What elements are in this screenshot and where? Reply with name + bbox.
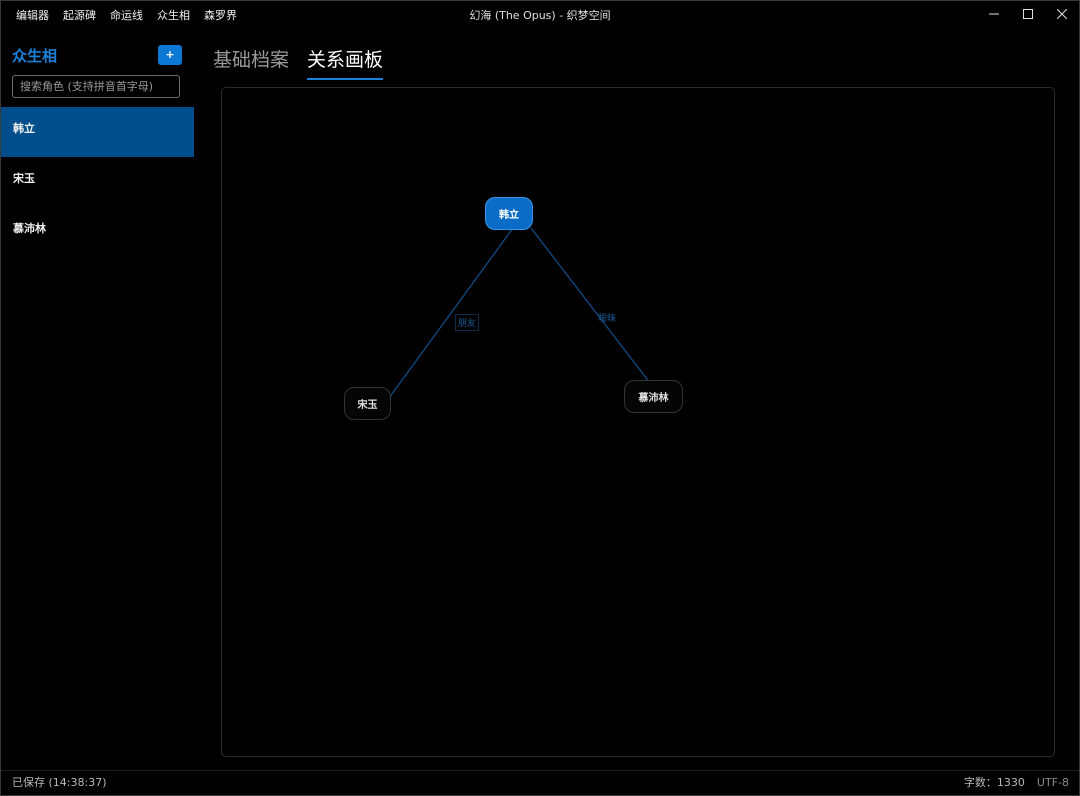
edge-label-ambiguous: 暧昧 [598, 314, 617, 324]
edge-friend [388, 227, 514, 399]
character-list: 韩立 宋玉 慕沛林 [1, 107, 194, 257]
node-hanli[interactable]: 韩立 [485, 197, 533, 230]
node-songyu[interactable]: 宋玉 [344, 387, 391, 420]
sidebar-header: 众生相 + [12, 45, 182, 67]
sidebar: 众生相 + 韩立 宋玉 慕沛林 [1, 37, 194, 770]
maximize-icon [1023, 9, 1033, 19]
maximize-button[interactable] [1011, 1, 1045, 27]
save-status: 已保存 (14:38:37) [12, 776, 107, 789]
add-character-button[interactable]: + [158, 45, 182, 65]
menu-origin-stele[interactable]: 起源碑 [56, 1, 103, 31]
main-tabs: 基础档案 关系画板 [213, 47, 401, 80]
close-icon [1057, 9, 1067, 19]
edge-label-friend: 朋友 [455, 314, 480, 331]
list-item[interactable]: 慕沛林 [1, 207, 194, 257]
list-item[interactable]: 韩立 [1, 107, 194, 157]
list-item[interactable]: 宋玉 [1, 157, 194, 207]
menu-fate-line[interactable]: 命运线 [103, 1, 150, 31]
search-input[interactable] [12, 75, 180, 98]
word-count: 字数：1330 [963, 776, 1025, 789]
menu-world[interactable]: 森罗界 [197, 1, 244, 31]
status-right: 字数：1330 UTF-8 [952, 771, 1069, 795]
sidebar-title: 众生相 [12, 47, 58, 65]
menu-editor[interactable]: 编辑器 [9, 1, 56, 31]
edge-ambiguous [530, 227, 651, 384]
encoding-indicator[interactable]: UTF-8 [1037, 771, 1069, 795]
close-button[interactable] [1045, 1, 1079, 27]
node-mupeilin[interactable]: 慕沛林 [624, 380, 683, 413]
title-bar: 编辑器 起源碑 命运线 众生相 森罗界 幻海 (The Opus) - 织梦空间 [1, 1, 1079, 31]
status-bar: 已保存 (14:38:37) 字数：1330 UTF-8 [1, 770, 1079, 795]
app-window: 编辑器 起源碑 命运线 众生相 森罗界 幻海 (The Opus) - 织梦空间… [0, 0, 1080, 796]
relationship-canvas[interactable]: 朋友 暧昧 韩立 宋玉 慕沛林 [221, 87, 1055, 757]
minimize-button[interactable] [977, 1, 1011, 27]
relationship-edges [388, 227, 651, 399]
menu-characters[interactable]: 众生相 [150, 1, 197, 31]
tab-basic-profile[interactable]: 基础档案 [213, 47, 289, 77]
menu-bar: 编辑器 起源碑 命运线 众生相 森罗界 [9, 1, 244, 31]
tab-relationship-board[interactable]: 关系画板 [307, 47, 384, 80]
minimize-icon [989, 13, 999, 15]
window-controls [977, 1, 1079, 31]
